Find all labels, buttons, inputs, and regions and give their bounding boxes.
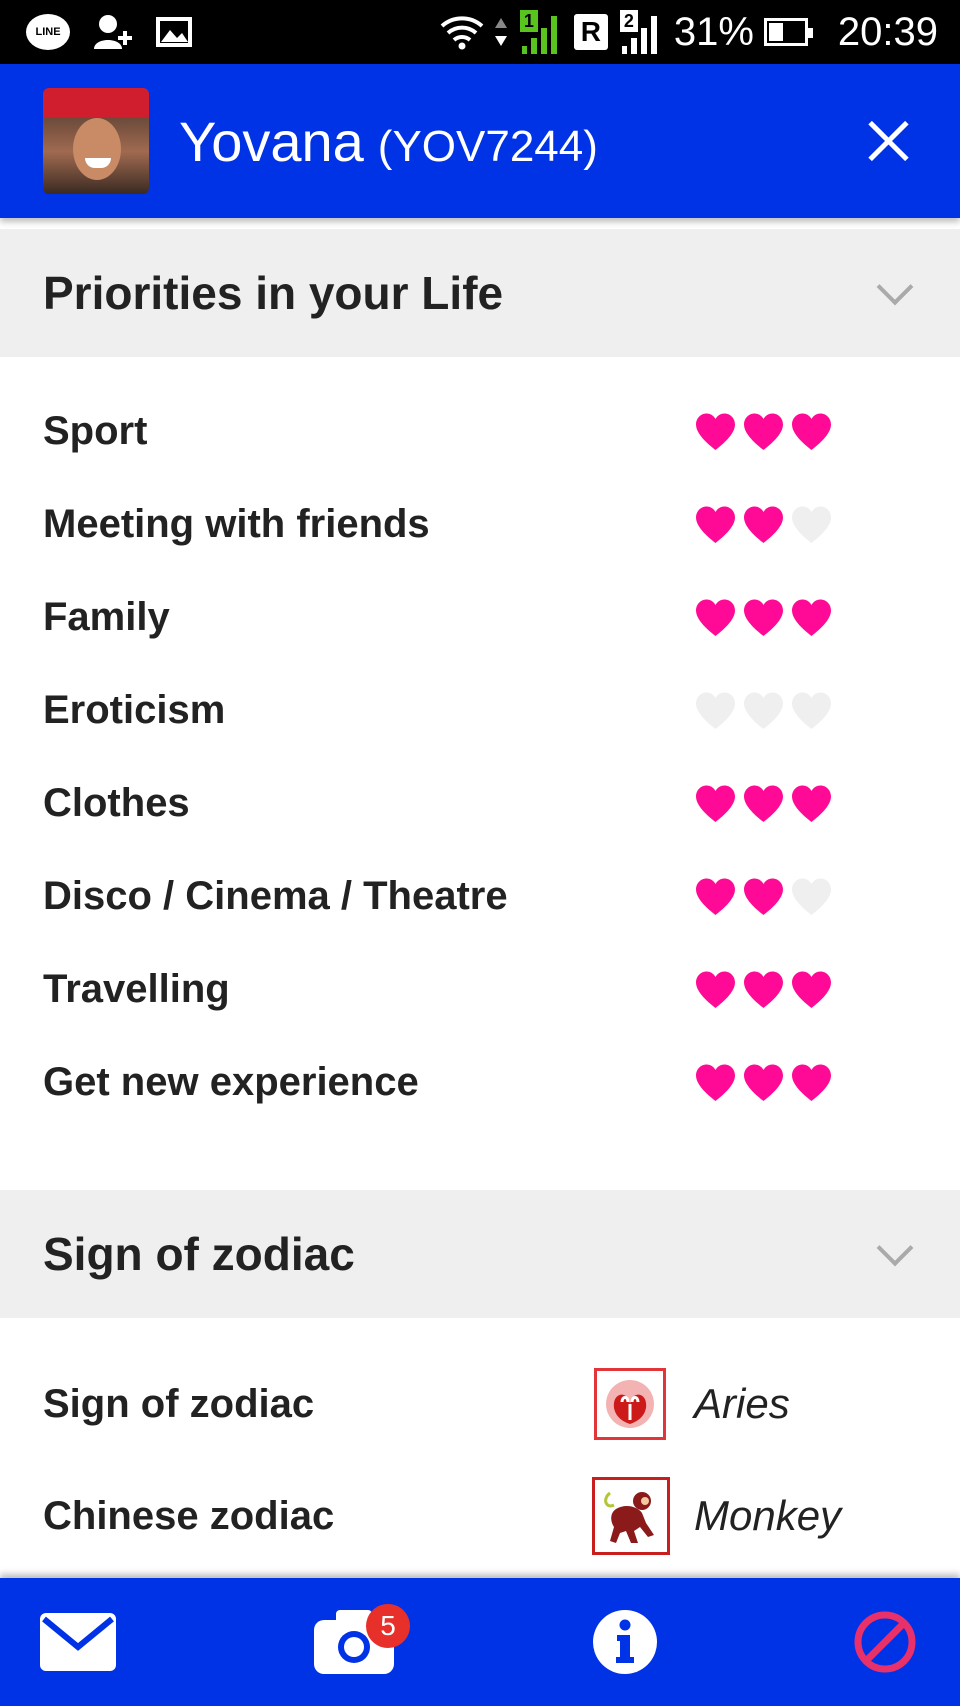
priority-row: Meeting with friends: [0, 478, 960, 571]
heart-filled-icon: [696, 413, 735, 450]
zodiac-title: Sign of zodiac: [43, 1228, 355, 1280]
heart-filled-icon: [696, 1064, 735, 1101]
zodiac-row: Chinese zodiac Monkey: [0, 1466, 960, 1566]
heart-rating: [694, 505, 833, 545]
chevron-down-icon[interactable]: [876, 1229, 914, 1267]
zodiac-value: Monkey: [694, 1492, 842, 1539]
heart-rating: [694, 877, 833, 917]
heart-empty-icon: [696, 692, 735, 729]
heart-filled-icon: [744, 878, 783, 915]
priority-label: Eroticism: [43, 688, 226, 732]
heart-filled-icon: [792, 413, 831, 450]
photos-count-badge: 5: [366, 1604, 410, 1648]
signal-sim1-icon: 1: [518, 10, 564, 54]
data-arrows-icon: [494, 18, 507, 46]
signal-sim2-icon: 2: [618, 10, 664, 54]
heart-empty-icon: [792, 878, 831, 915]
heart-filled-icon: [696, 785, 735, 822]
heart-rating: [694, 598, 833, 638]
heart-empty-icon: [792, 692, 831, 729]
priority-label: Meeting with friends: [43, 502, 430, 546]
wifi-icon: [440, 16, 484, 50]
battery-percent: 31%: [673, 9, 754, 54]
heart-empty-icon: [792, 506, 831, 543]
priority-row: Get new experience: [0, 1036, 960, 1129]
priorities-title: Priorities in your Life: [43, 267, 504, 319]
heart-filled-icon: [744, 971, 783, 1008]
priority-label: Travelling: [43, 967, 230, 1011]
sim1-label: 1: [519, 10, 538, 32]
zodiac-value: Aries: [694, 1380, 790, 1427]
profile-header: Yovana (YOV7244): [0, 64, 960, 218]
heart-rating: [694, 970, 833, 1010]
heart-filled-icon: [792, 785, 831, 822]
messages-button[interactable]: [38, 1578, 118, 1706]
priority-row: Family: [0, 571, 960, 664]
profile-title: Yovana (YOV7244): [179, 109, 598, 174]
priority-label: Clothes: [43, 781, 190, 825]
heart-rating: [694, 1063, 833, 1103]
heart-filled-icon: [744, 599, 783, 636]
heart-filled-icon: [696, 971, 735, 1008]
battery-icon: [763, 18, 813, 46]
roaming-badge: R: [573, 14, 608, 50]
line-app-icon: LINE: [26, 14, 70, 50]
heart-filled-icon: [744, 785, 783, 822]
image-icon: [156, 17, 192, 47]
mail-icon: [40, 1613, 116, 1671]
heart-filled-icon: [696, 878, 735, 915]
heart-filled-icon: [792, 1064, 831, 1101]
priority-row: Travelling: [0, 943, 960, 1036]
aries-icon: [594, 1368, 666, 1440]
block-button[interactable]: [852, 1578, 918, 1706]
priority-label: Get new experience: [43, 1060, 419, 1104]
avatar[interactable]: [43, 88, 149, 194]
zodiac-label: Chinese zodiac: [43, 1493, 335, 1538]
zodiac-row: Sign of zodiac Aries: [0, 1354, 960, 1454]
priority-label: Family: [43, 595, 170, 639]
heart-rating: [694, 691, 833, 731]
heart-filled-icon: [696, 506, 735, 543]
sim2-label: 2: [619, 10, 638, 32]
add-contact-icon: [94, 15, 132, 49]
block-icon: [854, 1611, 916, 1673]
heart-filled-icon: [744, 506, 783, 543]
info-icon: [593, 1610, 657, 1674]
heart-filled-icon: [744, 1064, 783, 1101]
chevron-down-icon[interactable]: [876, 268, 914, 306]
heart-empty-icon: [744, 692, 783, 729]
heart-filled-icon: [792, 971, 831, 1008]
priorities-section-header[interactable]: Priorities in your Life: [0, 229, 960, 357]
zodiac-section-header[interactable]: Sign of zodiac: [0, 1190, 960, 1318]
zodiac-label: Sign of zodiac: [43, 1381, 315, 1426]
priority-row: Eroticism: [0, 664, 960, 757]
status-bar: LINE 1 R 2 31% 20:39: [0, 0, 960, 64]
profile-id: (YOV7244): [377, 121, 598, 171]
heart-filled-icon: [792, 599, 831, 636]
profile-name: Yovana: [179, 109, 364, 173]
heart-rating: [694, 412, 833, 452]
priority-row: Sport: [0, 385, 960, 478]
heart-rating: [694, 784, 833, 824]
clock: 20:39: [837, 9, 938, 54]
priority-label: Disco / Cinema / Theatre: [43, 874, 508, 918]
info-button[interactable]: [592, 1578, 658, 1706]
heart-filled-icon: [696, 599, 735, 636]
monkey-icon: [592, 1477, 670, 1555]
priority-row: Clothes: [0, 757, 960, 850]
priority-label: Sport: [43, 409, 148, 453]
bottom-navigation: [0, 1578, 960, 1706]
heart-filled-icon: [744, 413, 783, 450]
close-button[interactable]: [864, 117, 912, 165]
priority-row: Disco / Cinema / Theatre: [0, 850, 960, 943]
